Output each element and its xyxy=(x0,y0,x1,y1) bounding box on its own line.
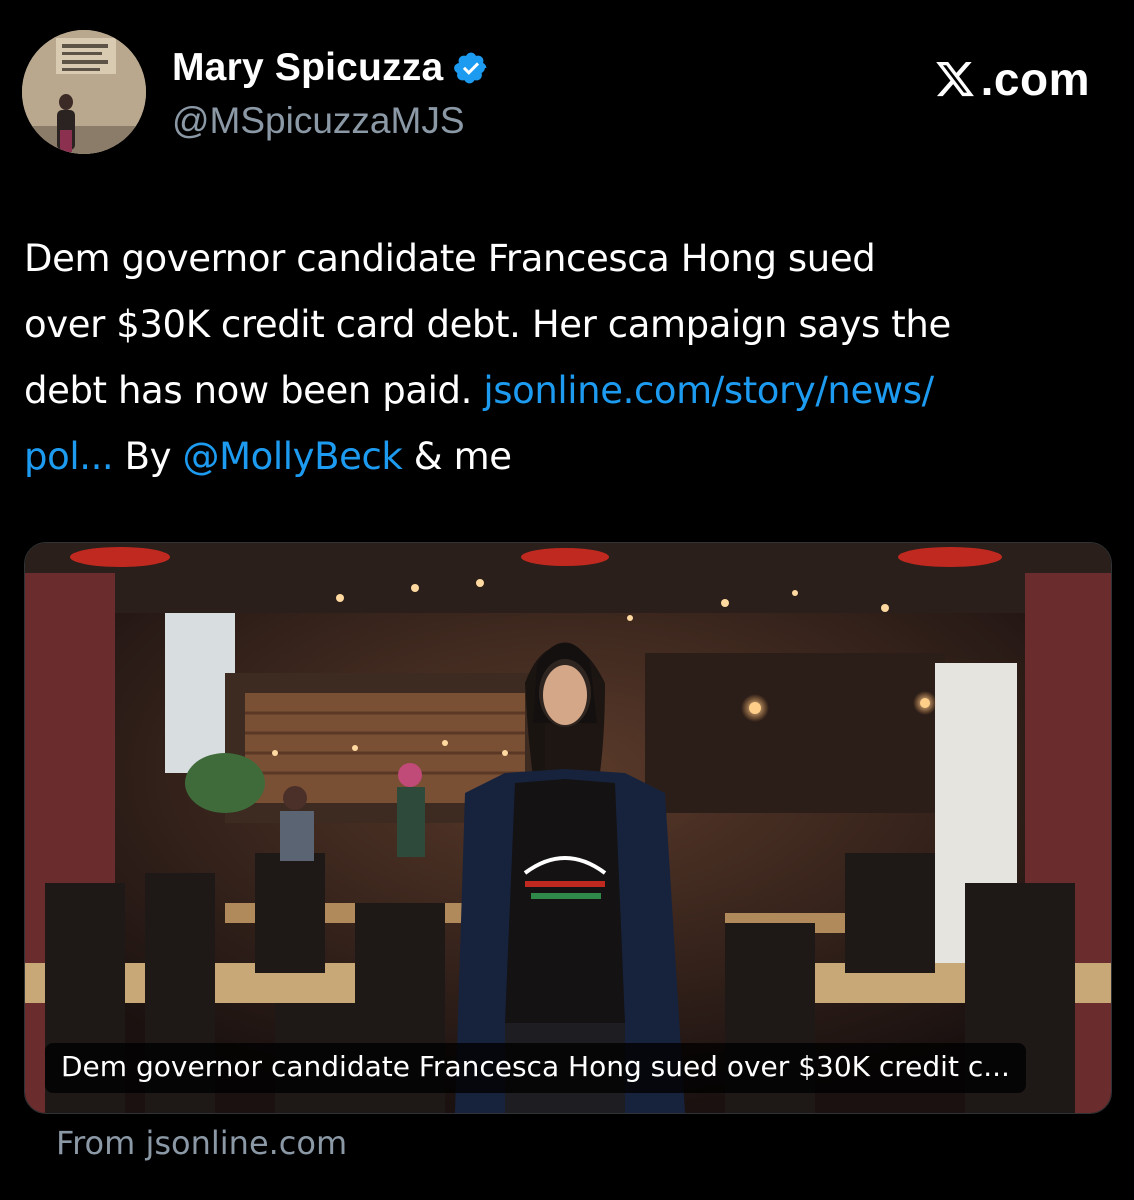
card-source[interactable]: From jsonline.com xyxy=(56,1124,347,1162)
avatar-photo xyxy=(22,30,146,154)
tweet-text: Dem governor candidate Francesca Hong su… xyxy=(24,226,1114,490)
card-photo xyxy=(25,543,1111,1113)
link-preview-card[interactable]: Dem governor candidate Francesca Hong su… xyxy=(24,542,1112,1114)
tweet-line-3-text: debt has now been paid. xyxy=(24,369,484,412)
author-handle[interactable]: @MSpicuzzaMJS xyxy=(172,100,465,142)
site-brand: .com xyxy=(933,52,1090,106)
tweet-line-2: over $30K credit card debt. Her campaign… xyxy=(24,303,951,346)
author-display-name[interactable]: Mary Spicuzza xyxy=(172,46,443,90)
tail-text: & me xyxy=(402,435,512,478)
tweet-line-1: Dem governor candidate Francesca Hong su… xyxy=(24,237,876,280)
site-brand-text: .com xyxy=(980,53,1090,105)
author-avatar[interactable] xyxy=(22,30,146,154)
article-link[interactable]: jsonline.com/story/news/ xyxy=(483,369,934,412)
x-logo-icon xyxy=(933,58,977,100)
tweet-line-4: pol... By @MollyBeck & me xyxy=(24,424,1114,490)
mention-mollybeck[interactable]: @MollyBeck xyxy=(183,435,403,478)
tweet-line-3: debt has now been paid. jsonline.com/sto… xyxy=(24,358,1114,424)
author-name-row[interactable]: Mary Spicuzza xyxy=(172,46,489,90)
by-text: By xyxy=(113,435,183,478)
card-caption: Dem governor candidate Francesca Hong su… xyxy=(45,1043,1026,1093)
article-link-continued[interactable]: pol... xyxy=(24,435,114,478)
verified-badge-icon xyxy=(453,50,489,86)
